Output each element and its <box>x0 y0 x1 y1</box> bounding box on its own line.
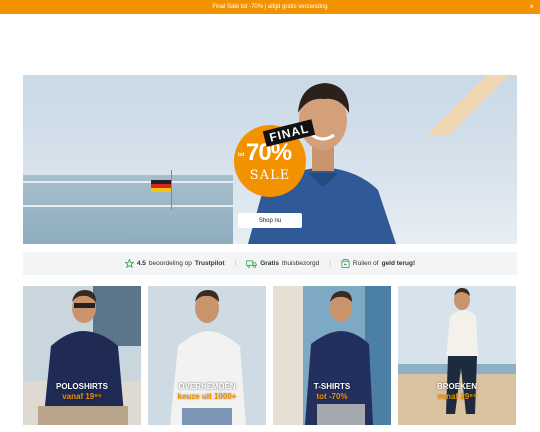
header <box>0 14 540 74</box>
category-title: OVERHEMDEN <box>178 382 236 391</box>
tshirt-model-image <box>273 286 391 425</box>
badge-word: SALE <box>249 168 291 183</box>
returns-text: Ruilen of <box>352 260 379 267</box>
broek-model-image <box>398 286 516 425</box>
category-title: POLOSHIRTS <box>55 382 108 391</box>
rating-text: beoordeling op <box>148 260 192 267</box>
awning-graphic <box>427 75 517 135</box>
star-icon <box>124 259 134 268</box>
return-package-icon <box>341 259 350 268</box>
badge-prefix: tot <box>238 152 245 158</box>
category-tile-tshirts[interactable]: T-SHIRTS tot -70% <box>273 286 391 425</box>
close-icon[interactable]: × <box>529 2 534 12</box>
returns-bold: geld terug! <box>381 260 416 267</box>
usp-shipping: Gratis thuisbezorgd <box>246 259 320 268</box>
category-subtitle: vanaf 19⁹⁵ <box>62 392 102 401</box>
poloshirt-model-image <box>23 286 141 425</box>
category-subtitle: vanaf 29⁹⁵ <box>437 392 477 401</box>
usp-separator: | <box>329 260 331 267</box>
category-tile-broeken[interactable]: BROEKEN vanaf 29⁹⁵ <box>398 286 516 425</box>
promo-text: Final Sale tot -70% | altijd gratis verz… <box>212 4 328 10</box>
category-tile-poloshirts[interactable]: POLOSHIRTS vanaf 19⁹⁵ <box>23 286 141 425</box>
shipping-bold: Gratis <box>260 260 279 267</box>
category-tile-overhemden[interactable]: OVERHEMDEN keuze uit 1000+ <box>148 286 266 425</box>
category-title: T-SHIRTS <box>313 382 351 391</box>
category-subtitle: tot -70% <box>316 392 348 401</box>
promo-bar: Final Sale tot -70% | altijd gratis verz… <box>0 0 540 14</box>
glass-balcony-graphic <box>23 175 233 244</box>
flagpole-graphic <box>171 170 172 210</box>
shop-now-button[interactable]: Shop nu <box>238 213 302 228</box>
hero-banner[interactable]: tot 70% SALE FINAL Shop nu <box>23 75 517 244</box>
flag-icon <box>151 180 171 192</box>
category-grid: POLOSHIRTS vanaf 19⁹⁵ OVERHEMDEN keuze u… <box>23 286 517 425</box>
category-title: BROEKEN <box>436 382 477 391</box>
rating-value: 4.5 <box>136 260 146 267</box>
delivery-truck-icon <box>246 259 257 268</box>
shipping-text: thuisbezorgd <box>281 260 320 267</box>
overhemd-model-image <box>148 286 266 425</box>
rating-brand: Trustpilot <box>194 260 225 267</box>
usp-returns: Ruilen of geld terug! <box>341 259 415 268</box>
usp-bar: 4.5 beoordeling op Trustpilot | Gratis t… <box>23 252 517 275</box>
usp-separator: | <box>234 260 237 267</box>
usp-rating[interactable]: 4.5 beoordeling op Trustpilot <box>124 259 225 268</box>
category-subtitle: keuze uit 1000+ <box>177 392 237 401</box>
